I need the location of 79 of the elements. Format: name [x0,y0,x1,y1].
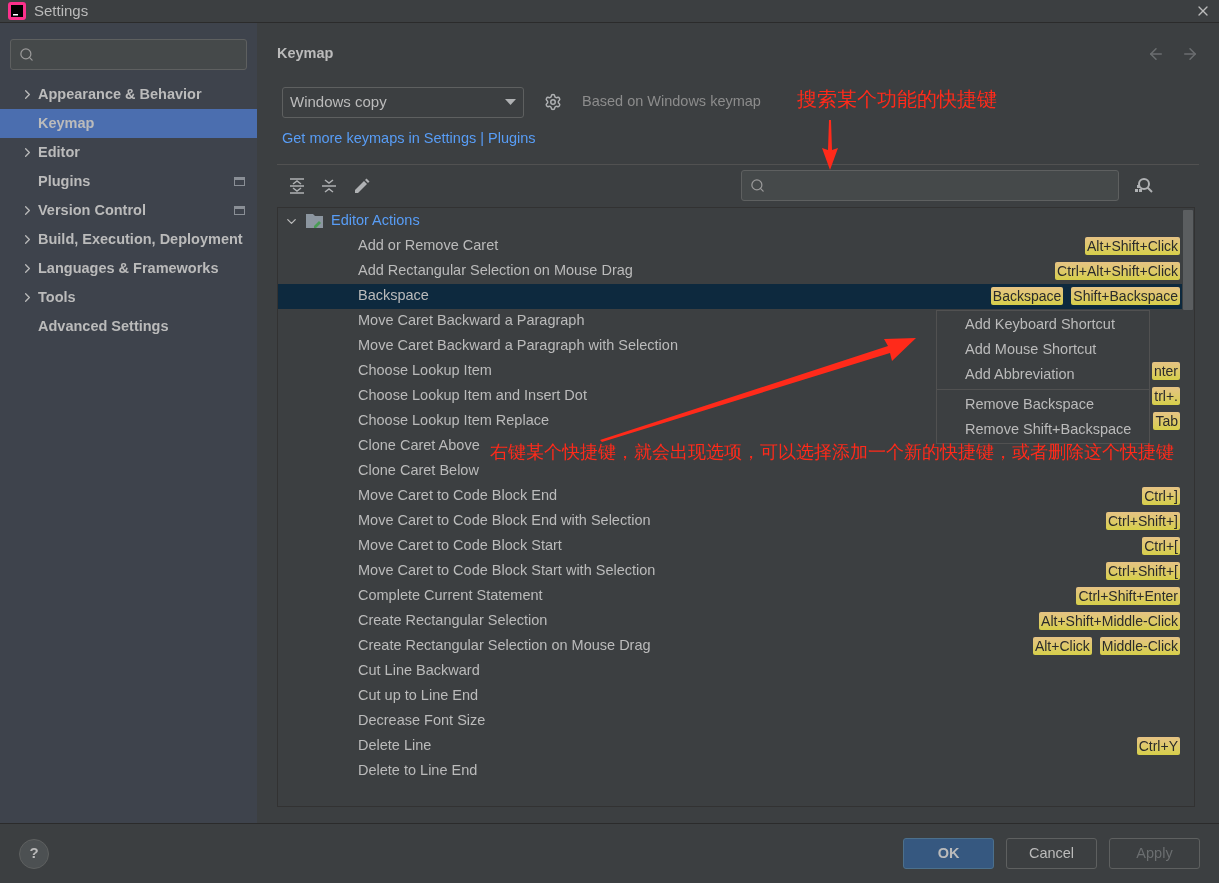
shortcut-badge: Tab [1153,412,1180,430]
help-button[interactable]: ? [19,838,49,869]
plugins-link[interactable]: Plugins [488,127,536,150]
action-name[interactable]: Decrease Font Size [358,710,486,732]
action-name[interactable]: Create Rectangular Selection [358,610,548,632]
sidebar-item[interactable]: Languages & Frameworks [0,254,257,283]
search-field[interactable] [10,39,247,70]
action-name[interactable]: Move Caret to Code Block End with Selection [358,510,651,532]
action-name[interactable]: Backspace [358,285,429,307]
action-name[interactable]: Delete Line [358,735,432,757]
action-name[interactable]: Cut Line Backward [358,660,480,682]
action-name[interactable]: Complete Current Statement [358,585,543,607]
action-name[interactable]: Move Caret to Code Block End [358,485,558,507]
page-title: Keymap [277,44,334,63]
shortcut-badge: Alt+Shift+Middle-Click [1039,612,1180,630]
shortcut-badge: Ctrl+Shift+] [1105,512,1180,530]
annotation-arrow [821,120,839,170]
collapse-all-icon[interactable] [321,177,337,194]
shortcut-badge: Alt+Shift+Click [1084,237,1180,255]
action-name[interactable]: Choose Lookup Item Replace [358,410,550,432]
action-name[interactable]: Delete to Line End [358,760,478,782]
sidebar-item[interactable]: Tools [0,283,257,312]
menu-item[interactable]: Remove Backspace [937,392,1149,417]
project-icon [234,177,245,186]
search-icon [19,47,34,62]
pencil-icon[interactable] [353,177,371,194]
menu-item[interactable]: Add Keyboard Shortcut [937,312,1149,337]
action-name[interactable]: Add or Remove Caret [358,235,499,257]
shortcut-badge: Backspace [990,287,1064,305]
shortcut-badge: Alt+Click [1032,637,1092,655]
link-separator: | [480,128,484,148]
action-name[interactable]: Clone Caret Above [358,435,480,457]
project-icon [234,206,245,215]
sidebar-item[interactable]: Appearance & Behavior [0,80,257,109]
sidebar-item[interactable]: Advanced Settings [0,312,257,341]
sidebar-item[interactable]: Plugins [0,167,257,196]
shortcut-badge: Shift+Backspace [1071,287,1180,305]
shortcut-badge: Ctrl+Alt+Shift+Click [1055,262,1180,280]
action-name[interactable]: Move Caret to Code Block Start [358,535,562,557]
based-on-label: Based on Windows keymap [582,92,761,112]
tree-group-row[interactable]: Editor Actions [278,208,1182,234]
action-name[interactable]: Move Caret to Code Block Start with Selection [358,560,656,582]
annotation-text: 右键某个快捷键，就会出现选项，可以选择添加一个新的快捷键，或者删除这个快捷键 [490,441,1175,464]
app-logo-icon [8,2,26,20]
sidebar-item[interactable]: Build, Execution, Deployment [0,225,257,254]
action-name[interactable]: Move Caret Backward a Paragraph [358,310,585,332]
action-name[interactable]: Create Rectangular Selection on Mouse Drag [358,635,651,657]
action-name[interactable]: Cut up to Line End [358,685,479,707]
shortcut-badge: nter [1151,362,1180,380]
shortcut-badge: Ctrl+Shift+[ [1105,562,1180,580]
search-icon [750,178,765,193]
action-name[interactable]: Clone Caret Below [358,460,479,482]
menu-item[interactable]: Add Mouse Shortcut [937,337,1149,362]
folder-icon [305,213,325,229]
shortcut-badge: Ctrl+Shift+Enter [1076,587,1180,605]
window-title: Settings [34,0,89,21]
keymaps-link[interactable]: Get more keymaps in Settings [282,127,477,150]
dropdown-caret-icon [505,99,516,106]
gear-icon[interactable] [544,93,562,112]
keymap-select[interactable]: Windows copy [282,86,524,118]
action-name[interactable]: Move Caret Backward a Paragraph with Selection [358,335,678,357]
shortcut-badge: Ctrl+Y [1136,737,1180,755]
action-name[interactable]: Add Rectangular Selection on Mouse Drag [358,260,633,282]
shortcut-badge: Ctrl+] [1142,487,1180,505]
menu-item[interactable]: Remove Shift+Backspace [937,417,1149,442]
find-shortcut-icon[interactable] [1133,176,1153,195]
annotation-text: 搜索某个功能的快捷键 [797,87,997,112]
shortcut-badge: Ctrl+[ [1142,537,1180,555]
shortcut-search-field[interactable] [741,170,1119,201]
sidebar-item[interactable]: Version Control [0,196,257,225]
action-name[interactable]: Choose Lookup Item and Insert Dot [358,385,587,407]
dialog-button[interactable]: Cancel [1006,838,1097,869]
sidebar-item[interactable]: Editor [0,138,257,167]
action-name[interactable]: Choose Lookup Item [358,360,492,382]
expand-all-icon[interactable] [289,177,305,194]
ok-button[interactable]: OK [903,838,994,869]
shortcut-badge: Middle-Click [1099,637,1180,655]
menu-item[interactable]: Add Abbreviation [937,362,1149,387]
shortcut-badge: trl+. [1152,387,1180,405]
